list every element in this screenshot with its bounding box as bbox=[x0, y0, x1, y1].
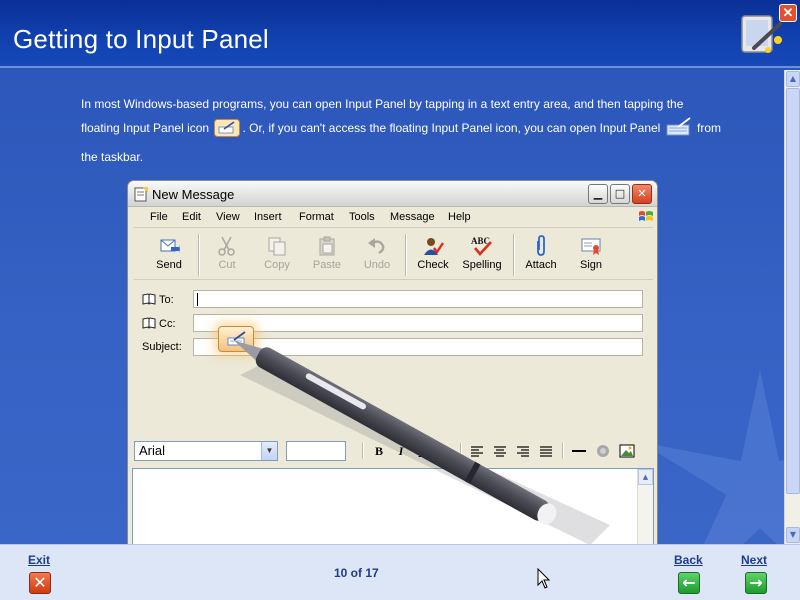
toolbar-separator bbox=[513, 234, 515, 276]
address-book-icon bbox=[142, 317, 156, 329]
menu-file[interactable]: File bbox=[150, 211, 168, 223]
menu-format[interactable]: Format bbox=[299, 211, 334, 223]
cc-label-text: Cc: bbox=[159, 318, 176, 330]
cc-label[interactable]: Cc: bbox=[142, 317, 176, 330]
back-arrow-icon[interactable]: ← bbox=[678, 572, 700, 594]
paste-button[interactable]: Paste bbox=[304, 233, 350, 277]
tablet-pen-icon bbox=[233, 340, 610, 544]
sign-button[interactable]: Sign bbox=[568, 233, 614, 277]
subject-label: Subject: bbox=[142, 341, 182, 353]
clipboard-icon bbox=[319, 236, 335, 256]
check-label: Check bbox=[417, 259, 449, 271]
scroll-down-icon[interactable]: ▼ bbox=[786, 527, 800, 543]
send-button[interactable]: Send bbox=[146, 233, 192, 277]
spelling-icon: ABC bbox=[471, 236, 492, 256]
message-toolbar: Send Cut Copy Paste Undo Check ABC Spell… bbox=[134, 230, 653, 280]
close-window-button[interactable]: ✕ bbox=[632, 184, 652, 204]
undo-label: Undo bbox=[363, 259, 391, 271]
menu-help[interactable]: Help bbox=[448, 211, 471, 223]
address-book-icon bbox=[142, 293, 156, 305]
paperclip-icon bbox=[537, 235, 545, 256]
menu-view[interactable]: View bbox=[216, 211, 240, 223]
cc-row: Cc: bbox=[138, 313, 648, 333]
mouse-cursor-icon bbox=[537, 568, 551, 589]
content-area: In most Windows-based programs, you can … bbox=[0, 70, 784, 544]
paste-label: Paste bbox=[312, 259, 342, 271]
cc-field[interactable] bbox=[193, 314, 643, 332]
send-label: Send bbox=[156, 259, 182, 271]
scroll-up-icon[interactable]: ▲ bbox=[786, 71, 800, 87]
text-caret bbox=[197, 293, 198, 306]
maximize-button[interactable]: □ bbox=[610, 184, 630, 204]
cut-button[interactable]: Cut bbox=[204, 233, 250, 277]
floating-input-panel-icon bbox=[214, 119, 241, 145]
attach-button[interactable]: Attach bbox=[518, 233, 564, 277]
minimize-button[interactable]: ▁ bbox=[588, 184, 608, 204]
sign-label: Sign bbox=[579, 259, 603, 271]
taskbar-input-panel-icon bbox=[666, 117, 692, 145]
send-icon bbox=[160, 239, 180, 253]
exit-icon[interactable]: ✕ bbox=[29, 572, 51, 594]
menu-bar: File Edit View Insert Format Tools Messa… bbox=[134, 208, 653, 228]
undo-button[interactable]: Undo bbox=[354, 233, 400, 277]
toolbar-separator bbox=[405, 234, 407, 276]
to-row: To: bbox=[138, 289, 648, 309]
check-names-icon bbox=[424, 238, 444, 255]
to-field[interactable] bbox=[193, 290, 643, 308]
undo-icon bbox=[368, 238, 385, 255]
cut-label: Cut bbox=[218, 259, 236, 271]
scroll-up-icon[interactable]: ▲ bbox=[638, 469, 653, 485]
window-titlebar: New Message ▁ □ ✕ bbox=[128, 181, 657, 207]
window-title: New Message bbox=[152, 187, 235, 202]
back-link[interactable]: Back bbox=[674, 553, 703, 567]
copy-label: Copy bbox=[264, 259, 290, 271]
spelling-button[interactable]: ABC Spelling bbox=[459, 233, 505, 277]
toolbar-separator bbox=[198, 234, 200, 276]
to-label-text: To: bbox=[159, 294, 174, 306]
scroll-thumb[interactable] bbox=[786, 88, 800, 494]
footer-nav: Exit ✕ 10 of 17 Back ← Next → bbox=[0, 544, 800, 600]
attach-label: Attach bbox=[525, 259, 557, 271]
check-names-button[interactable]: Check bbox=[410, 233, 456, 277]
editor-scrollbar[interactable]: ▲ bbox=[637, 469, 653, 544]
scissors-icon bbox=[218, 236, 235, 256]
copy-icon bbox=[268, 237, 286, 256]
page-counter: 10 of 17 bbox=[334, 566, 379, 580]
page-scrollbar[interactable]: ▲ ▼ bbox=[784, 70, 800, 544]
exit-link[interactable]: Exit bbox=[28, 553, 50, 567]
next-arrow-icon[interactable]: → bbox=[745, 572, 767, 594]
menu-insert[interactable]: Insert bbox=[254, 211, 282, 223]
close-tutorial-button[interactable]: ✕ bbox=[779, 4, 797, 22]
menu-message[interactable]: Message bbox=[390, 211, 435, 223]
spelling-label: Spelling bbox=[462, 259, 502, 271]
font-name: Arial bbox=[139, 443, 166, 458]
page-title: Getting to Input Panel bbox=[13, 24, 269, 54]
copy-button[interactable]: Copy bbox=[254, 233, 300, 277]
to-label[interactable]: To: bbox=[142, 293, 174, 306]
decorative-star-icon bbox=[640, 370, 784, 544]
certificate-icon bbox=[581, 238, 601, 255]
intro-paragraph: In most Windows-based programs, you can … bbox=[81, 92, 721, 169]
header-bar: Getting to Input Panel ✕ bbox=[0, 0, 800, 68]
next-link[interactable]: Next bbox=[741, 553, 767, 567]
new-message-icon bbox=[134, 187, 148, 202]
intro-text-2: . Or, if you can't access the floating I… bbox=[242, 121, 661, 135]
menu-tools[interactable]: Tools bbox=[349, 211, 375, 223]
windows-flag-icon bbox=[639, 211, 653, 221]
menu-edit[interactable]: Edit bbox=[182, 211, 201, 223]
